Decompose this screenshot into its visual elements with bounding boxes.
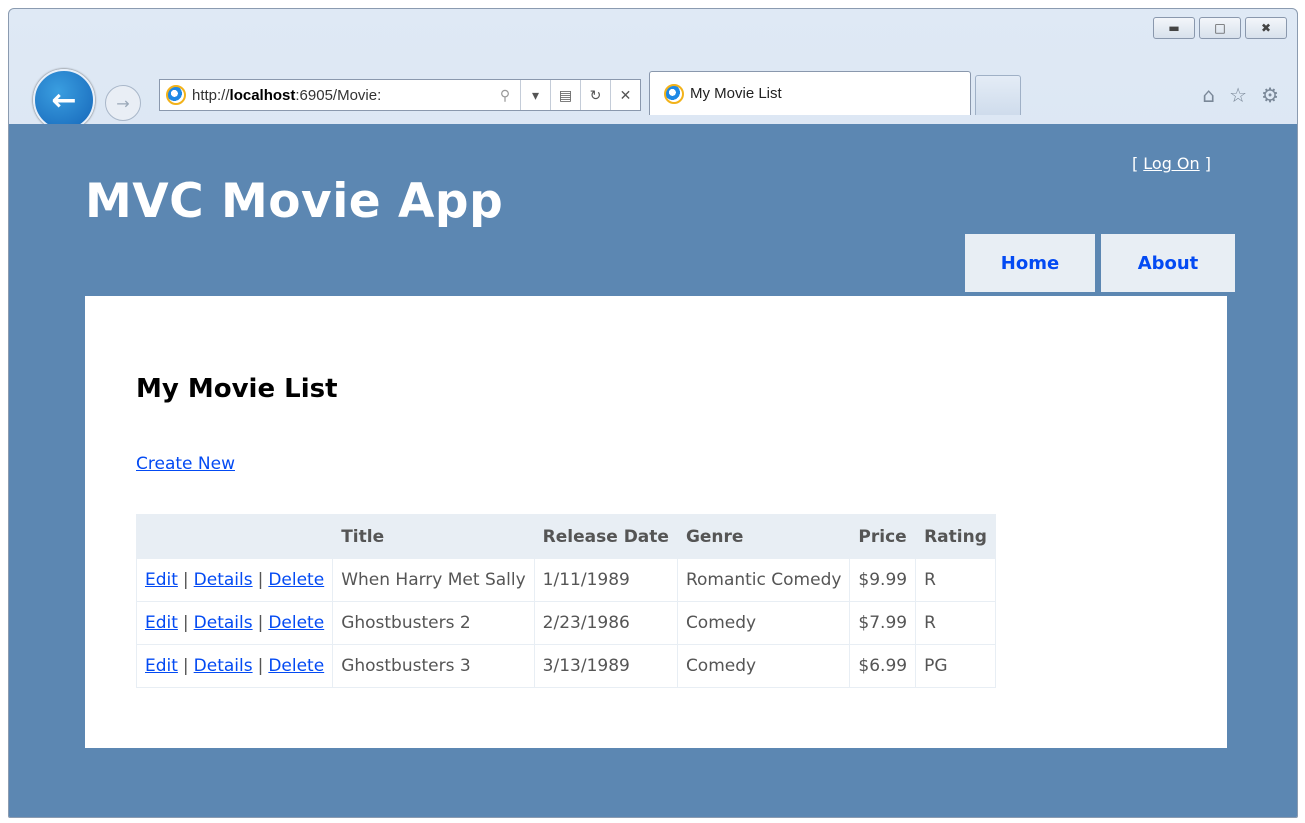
separator: | — [257, 613, 264, 633]
gear-icon[interactable]: ⚙ — [1261, 83, 1279, 107]
delete-link[interactable]: Delete — [268, 656, 324, 676]
stop-icon[interactable]: ✕ — [610, 80, 640, 110]
url-prefix: http:// — [192, 86, 230, 104]
favorites-star-icon[interactable]: ☆ — [1229, 83, 1247, 107]
separator: | — [182, 656, 189, 676]
row-actions: Edit | Details | Delete — [135, 558, 334, 602]
delete-link[interactable]: Delete — [268, 613, 324, 633]
menu-item-about[interactable]: About — [1101, 234, 1235, 292]
create-new-link[interactable]: Create New — [136, 454, 235, 474]
compatibility-view-icon[interactable]: ▤ — [550, 80, 580, 110]
logon-bracket-close: ] — [1199, 154, 1211, 173]
table-header-row: Title Release Date Genre Price Rating — [135, 514, 996, 559]
restore-icon[interactable]: □ — [1199, 17, 1241, 39]
column-header-release-date: Release Date — [533, 514, 678, 559]
logon-area: [ Log On ] — [1132, 154, 1211, 173]
cell-price: $6.99 — [849, 644, 917, 688]
movies-table: Title Release Date Genre Price Rating Ed… — [135, 514, 996, 688]
cell-release-date: 2/23/1986 — [533, 601, 678, 645]
edit-link[interactable]: Edit — [145, 613, 178, 633]
arrow-left-icon: ← — [51, 82, 77, 118]
menu-item-home[interactable]: Home — [965, 234, 1095, 292]
cell-genre: Comedy — [676, 644, 851, 688]
separator: | — [257, 570, 264, 590]
new-tab-button[interactable] — [975, 75, 1021, 115]
minimize-icon[interactable]: ▬ — [1153, 17, 1195, 39]
cell-title: Ghostbusters 2 — [332, 601, 535, 645]
home-icon[interactable]: ⌂ — [1202, 83, 1215, 107]
table-row: Edit | Details | Delete Ghostbusters 2 2/23/… — [135, 601, 996, 645]
tab-title: My Movie List — [690, 85, 782, 102]
cell-rating: PG — [915, 644, 996, 688]
refresh-icon[interactable]: ↻ — [580, 80, 610, 110]
column-header-genre: Genre — [676, 514, 851, 559]
table-row: Edit | Details | Delete Ghostbusters 3 3/13/… — [135, 644, 996, 688]
cell-title: Ghostbusters 3 — [332, 644, 535, 688]
separator: | — [257, 656, 264, 676]
cell-title: When Harry Met Sally — [332, 558, 535, 602]
ie-page-icon — [166, 85, 186, 105]
column-header-price: Price — [849, 514, 917, 559]
url-rest: :6905/Movie: — [295, 86, 382, 104]
search-icon[interactable]: ⚲ — [490, 80, 520, 110]
cell-release-date: 1/11/1989 — [533, 558, 678, 602]
url-host: localhost — [229, 86, 296, 104]
delete-link[interactable]: Delete — [268, 570, 324, 590]
cell-rating: R — [915, 601, 996, 645]
details-link[interactable]: Details — [194, 570, 253, 590]
dropdown-icon[interactable]: ▾ — [520, 80, 550, 110]
browser-toolbar-icons: ⌂ ☆ ⚙ — [1202, 83, 1279, 107]
logon-link[interactable]: Log On — [1143, 154, 1199, 173]
page-viewport: [ Log On ] MVC Movie App Home About My M… — [9, 124, 1297, 817]
separator: | — [182, 570, 189, 590]
column-header-rating: Rating — [915, 514, 996, 559]
main-menu: Home About — [965, 234, 1235, 292]
details-link[interactable]: Details — [194, 656, 253, 676]
tab-my-movie-list[interactable]: My Movie List — [649, 71, 971, 115]
cell-rating: R — [915, 558, 996, 602]
logon-bracket-open: [ — [1131, 154, 1144, 173]
column-header-title: Title — [332, 514, 535, 559]
window-controls: ▬ □ ✖ — [1153, 17, 1287, 39]
arrow-right-icon: → — [116, 93, 130, 113]
row-actions: Edit | Details | Delete — [135, 644, 334, 688]
main-content: My Movie List Create New Title Release D… — [85, 296, 1227, 748]
separator: | — [182, 613, 189, 633]
page-title: My Movie List — [136, 374, 338, 404]
row-actions: Edit | Details | Delete — [135, 601, 334, 645]
column-header-actions — [135, 514, 334, 559]
ie-tab-icon — [664, 83, 684, 104]
back-button[interactable]: ← — [33, 69, 95, 131]
cell-price: $9.99 — [849, 558, 917, 602]
edit-link[interactable]: Edit — [145, 656, 178, 676]
edit-link[interactable]: Edit — [145, 570, 178, 590]
address-bar[interactable]: http://localhost:6905/Movie: ⚲ ▾ ▤ ↻ ✕ — [159, 79, 641, 111]
table-row: Edit | Details | Delete When Harry Met Sally… — [135, 558, 996, 602]
browser-window: ▬ □ ✖ ← → http://localhost:6905/Movie: ⚲… — [8, 8, 1298, 818]
url-text[interactable]: http://localhost:6905/Movie: — [192, 87, 490, 104]
details-link[interactable]: Details — [194, 613, 253, 633]
forward-button[interactable]: → — [105, 85, 141, 121]
cell-release-date: 3/13/1989 — [533, 644, 678, 688]
cell-genre: Romantic Comedy — [676, 558, 851, 602]
cell-price: $7.99 — [849, 601, 917, 645]
app-title: MVC Movie App — [85, 174, 504, 229]
close-icon[interactable]: ✖ — [1245, 17, 1287, 39]
cell-genre: Comedy — [676, 601, 851, 645]
